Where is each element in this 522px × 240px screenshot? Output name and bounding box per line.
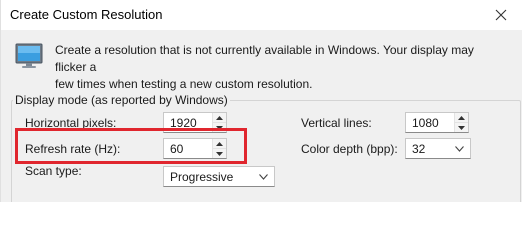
horizontal-pixels-up-button[interactable] [213, 113, 226, 123]
spin-down-icon [216, 151, 223, 156]
chevron-down-icon [455, 145, 464, 152]
window-title: Create Custom Resolution [10, 7, 163, 22]
horizontal-pixels-spinbox [163, 112, 227, 133]
spin-down-icon [458, 125, 465, 130]
refresh-rate-label: Refresh rate (Hz): [25, 142, 121, 156]
create-custom-resolution-dialog: Create Custom Resolution Create a resolu… [0, 0, 522, 202]
spin-up-icon [216, 141, 223, 146]
vertical-lines-spin-buttons [454, 113, 468, 132]
monitor-icon [15, 43, 43, 68]
scan-type-label: Scan type: [25, 164, 82, 178]
vertical-lines-spinbox [405, 112, 469, 133]
display-mode-legend: Display mode (as reported by Windows) [13, 93, 230, 107]
color-depth-label: Color depth (bpp): [301, 142, 398, 156]
refresh-rate-spin-buttons [212, 139, 226, 158]
horizontal-pixels-down-button[interactable] [213, 123, 226, 132]
intro-text-line-2: few times when testing a new custom reso… [55, 77, 313, 91]
vertical-lines-up-button[interactable] [455, 113, 468, 123]
chevron-down-icon [259, 173, 268, 180]
spin-up-icon [216, 115, 223, 120]
spin-down-icon [216, 125, 223, 130]
refresh-rate-up-button[interactable] [213, 139, 226, 149]
refresh-rate-down-button[interactable] [213, 149, 226, 158]
vertical-lines-down-button[interactable] [455, 123, 468, 132]
horizontal-pixels-input[interactable] [164, 113, 212, 132]
intro-text-line-1: Create a resolution that is not currentl… [55, 43, 474, 74]
close-button[interactable] [479, 0, 522, 30]
scan-type-dropdown[interactable]: Progressive [163, 166, 275, 187]
horizontal-pixels-label: Horizontal pixels: [25, 116, 117, 130]
spin-up-icon [458, 115, 465, 120]
refresh-rate-spinbox [163, 138, 227, 159]
close-icon [495, 9, 507, 21]
intro-description: Create a resolution that is not currentl… [55, 42, 495, 93]
color-depth-selected: 32 [412, 141, 426, 156]
refresh-rate-input[interactable] [164, 139, 212, 158]
scan-type-selected: Progressive [170, 169, 234, 184]
vertical-lines-input[interactable] [406, 113, 454, 132]
vertical-lines-label: Vertical lines: [301, 116, 372, 130]
color-depth-dropdown[interactable]: 32 [405, 138, 471, 159]
intro-section: Create a resolution that is not currentl… [15, 42, 515, 93]
title-bar: Create Custom Resolution [1, 0, 522, 30]
horizontal-pixels-spin-buttons [212, 113, 226, 132]
